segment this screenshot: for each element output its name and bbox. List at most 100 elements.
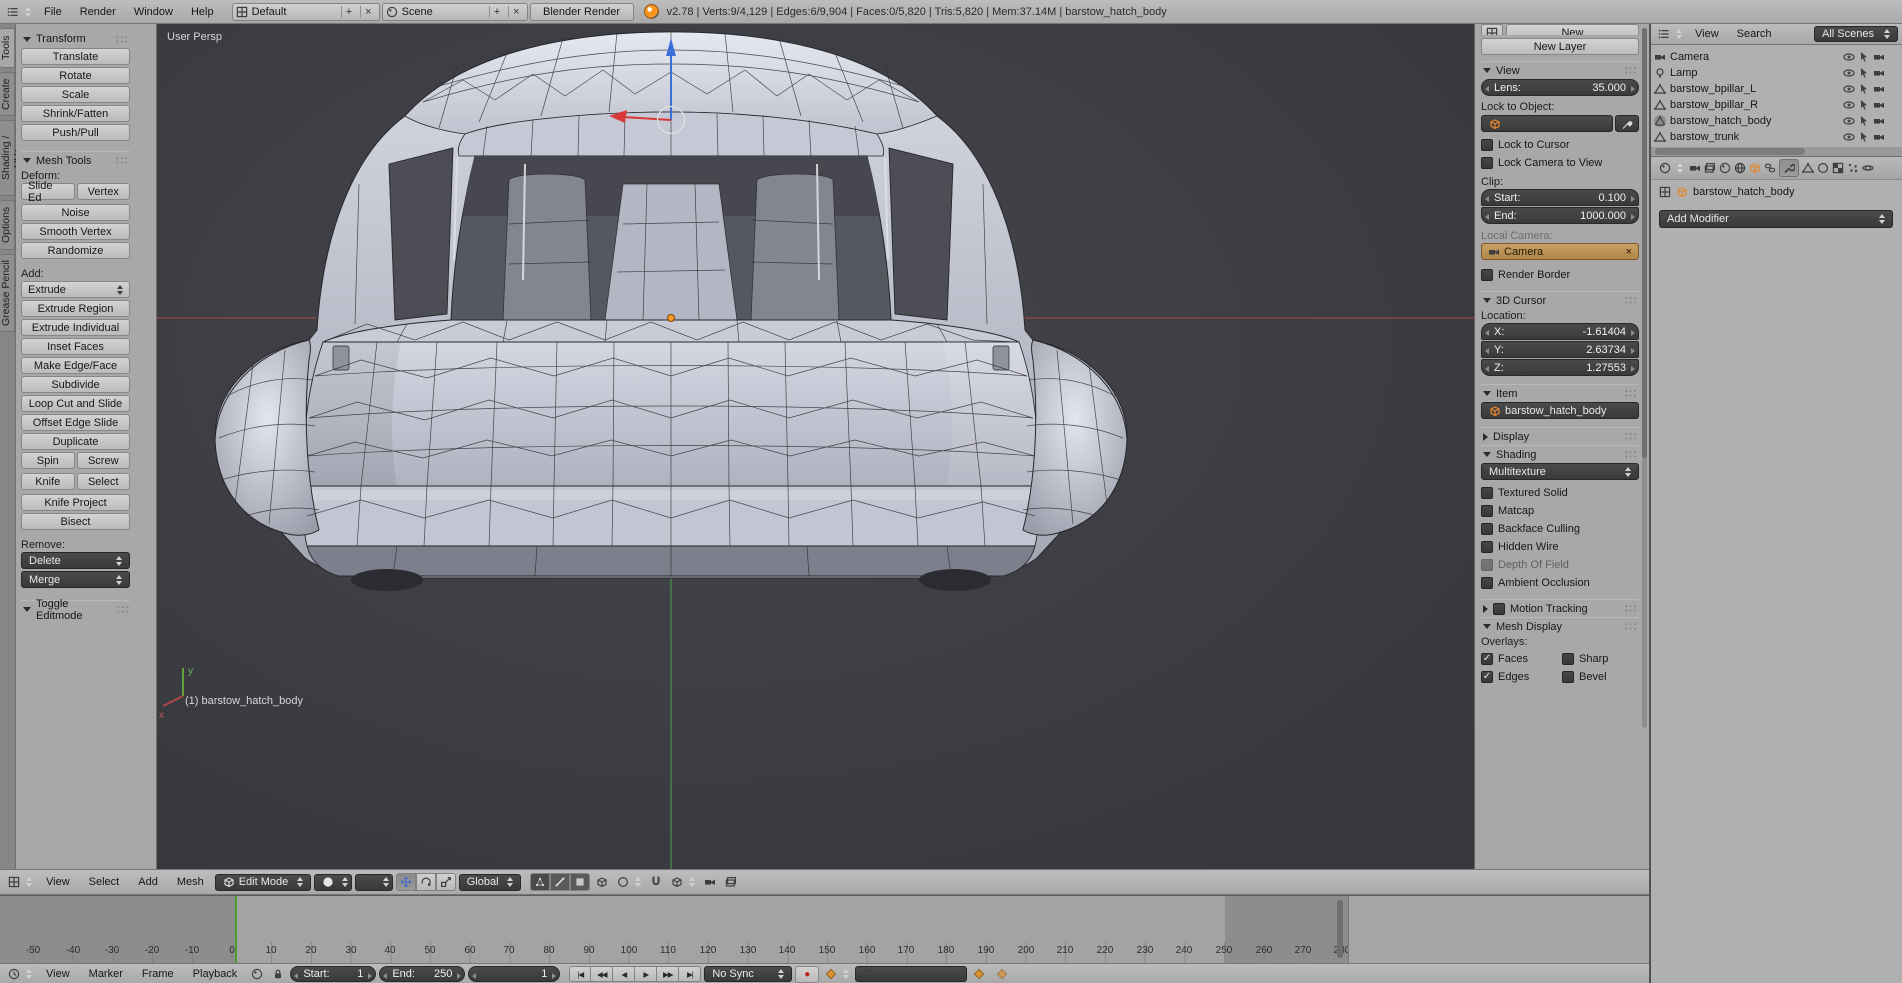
backface-culling-checkbox[interactable] — [1481, 523, 1493, 535]
viewport-editor-type-button[interactable] — [5, 873, 35, 891]
subdivide-button[interactable]: Subdivide — [21, 376, 130, 393]
jump-to-start-button[interactable]: |◀ — [569, 966, 591, 982]
panel-header-display[interactable]: Display — [1481, 427, 1639, 445]
knife-button[interactable]: Knife — [21, 473, 75, 490]
panel-header-shading[interactable]: Shading — [1481, 445, 1639, 463]
scale-button[interactable]: Scale — [21, 86, 130, 103]
tab-create[interactable]: Create — [0, 72, 15, 116]
panel-header-motion-tracking[interactable]: Motion Tracking — [1481, 599, 1639, 617]
matcap-checkbox[interactable] — [1481, 505, 1493, 517]
opengl-render-anim-button[interactable] — [722, 873, 740, 891]
tab-scene-icon[interactable] — [1719, 162, 1731, 174]
proportional-edit-dropdown[interactable] — [614, 873, 644, 891]
extrude-menu[interactable]: Extrude — [21, 281, 130, 298]
orientation-dropdown[interactable]: Global — [459, 874, 521, 891]
render-engine-dropdown[interactable]: Blender Render — [530, 3, 634, 21]
lock-to-cursor-checkbox[interactable] — [1481, 139, 1493, 151]
menu-select[interactable]: Select — [81, 876, 128, 888]
snap-toggle-button[interactable] — [647, 873, 665, 891]
menu-marker[interactable]: Marker — [81, 968, 131, 980]
menu-window[interactable]: Window — [126, 6, 181, 18]
eyedropper-button[interactable] — [1615, 115, 1639, 132]
merge-menu[interactable]: Merge — [21, 571, 130, 588]
panel-drag-icon[interactable] — [1624, 622, 1637, 631]
auto-keyframe-record-button[interactable]: ● — [795, 966, 819, 983]
extrude-individual-button[interactable]: Extrude Individual — [21, 319, 130, 336]
outliner-item-camera[interactable]: Camera — [1651, 49, 1902, 65]
outliner-item-bpillar-r[interactable]: barstow_bpillar_R — [1651, 97, 1902, 113]
tab-world-icon[interactable] — [1734, 162, 1746, 174]
gp-icon-button[interactable] — [1481, 24, 1503, 35]
panel-drag-icon[interactable] — [1624, 66, 1637, 75]
snap-element-dropdown[interactable] — [668, 873, 698, 891]
tab-constraints-icon[interactable] — [1764, 162, 1776, 174]
cursor-y-field[interactable]: Y:2.63734 — [1481, 341, 1639, 358]
lock-time-cursor-toggle[interactable] — [269, 965, 287, 983]
knife-select-button[interactable]: Select — [77, 473, 131, 490]
play-button[interactable]: ▶ — [635, 966, 657, 982]
inset-faces-button[interactable]: Inset Faces — [21, 338, 130, 355]
insert-keyframes-button[interactable] — [970, 965, 988, 983]
slide-vertex-button[interactable]: Vertex — [77, 183, 131, 200]
manipulator-scale-button[interactable] — [436, 873, 456, 891]
tab-particles-icon[interactable] — [1847, 162, 1859, 174]
hidden-wire-checkbox[interactable] — [1481, 541, 1493, 553]
viewport-3d[interactable]: y x User Persp (1) barstow_hatch_body — [157, 24, 1474, 869]
overlay-bevel-checkbox[interactable] — [1562, 671, 1574, 683]
renderable-camera-icon[interactable] — [1873, 115, 1885, 127]
menu-frame[interactable]: Frame — [134, 968, 182, 980]
menu-search[interactable]: Search — [1729, 28, 1780, 40]
tab-render-layers-icon[interactable] — [1704, 162, 1716, 174]
visibility-eye-icon[interactable] — [1843, 67, 1855, 79]
opengl-render-still-button[interactable] — [701, 873, 719, 891]
jump-next-keyframe-button[interactable]: ▶▶ — [657, 966, 679, 982]
layout-close-button[interactable]: × — [360, 6, 375, 18]
current-frame-field[interactable]: 1 — [468, 966, 560, 982]
randomize-button[interactable]: Randomize — [21, 242, 130, 259]
shading-mode-dropdown[interactable]: Multitexture — [1481, 463, 1639, 480]
new-layer-button[interactable]: New Layer — [1481, 38, 1639, 55]
tab-physics-icon[interactable] — [1862, 162, 1874, 174]
make-edge-face-button[interactable]: Make Edge/Face — [21, 357, 130, 374]
tab-object-icon[interactable] — [1749, 162, 1761, 174]
properties-editor-type-button[interactable] — [1656, 159, 1686, 177]
panel-header-mesh-display[interactable]: Mesh Display — [1481, 617, 1639, 635]
tab-modifiers-icon[interactable] — [1779, 159, 1799, 177]
menu-help[interactable]: Help — [183, 6, 222, 18]
cursor-z-field[interactable]: Z:1.27553 — [1481, 359, 1639, 376]
panel-header-view[interactable]: View — [1481, 61, 1639, 79]
overlay-edges-checkbox[interactable] — [1481, 671, 1493, 683]
menu-file[interactable]: File — [36, 6, 70, 18]
overlay-faces-checkbox[interactable] — [1481, 653, 1493, 665]
timeline-scrollbar[interactable] — [1337, 900, 1343, 958]
menu-view[interactable]: View — [38, 968, 78, 980]
depth-of-field-checkbox[interactable] — [1481, 559, 1493, 571]
menu-add[interactable]: Add — [130, 876, 166, 888]
item-name-field[interactable]: barstow_hatch_body — [1481, 402, 1639, 419]
panel-drag-icon[interactable] — [1624, 604, 1637, 613]
timeline-editor-type-button[interactable] — [5, 965, 35, 983]
screen-layout-selector[interactable]: Default + × — [232, 3, 380, 21]
tab-shading-uvs[interactable]: Shading / UVs — [0, 120, 15, 196]
noise-button[interactable]: Noise — [21, 204, 130, 221]
panel-drag-icon[interactable] — [115, 156, 128, 165]
tab-material-icon[interactable] — [1817, 162, 1829, 174]
outliner-editor-type-button[interactable] — [1655, 25, 1685, 43]
renderable-camera-icon[interactable] — [1873, 67, 1885, 79]
cursor-x-field[interactable]: X:-1.61404 — [1481, 323, 1639, 340]
face-select-button[interactable] — [570, 873, 590, 891]
screw-button[interactable]: Screw — [77, 452, 131, 469]
outliner-display-mode-dropdown[interactable]: All Scenes — [1814, 26, 1898, 42]
clip-start-field[interactable]: Start:0.100 — [1481, 189, 1639, 206]
panel-header-transform[interactable]: Transform — [21, 30, 130, 48]
panel-drag-icon[interactable] — [116, 605, 128, 614]
selectable-arrow-icon[interactable] — [1858, 99, 1870, 111]
tab-texture-icon[interactable] — [1832, 162, 1844, 174]
info-editor-type-button[interactable] — [4, 3, 34, 21]
scene-selector[interactable]: Scene + × — [382, 3, 528, 21]
menu-playback[interactable]: Playback — [185, 968, 246, 980]
menu-view[interactable]: View — [38, 876, 78, 888]
ambient-occlusion-checkbox[interactable] — [1481, 577, 1493, 589]
renderable-camera-icon[interactable] — [1873, 83, 1885, 95]
renderable-camera-icon[interactable] — [1873, 131, 1885, 143]
